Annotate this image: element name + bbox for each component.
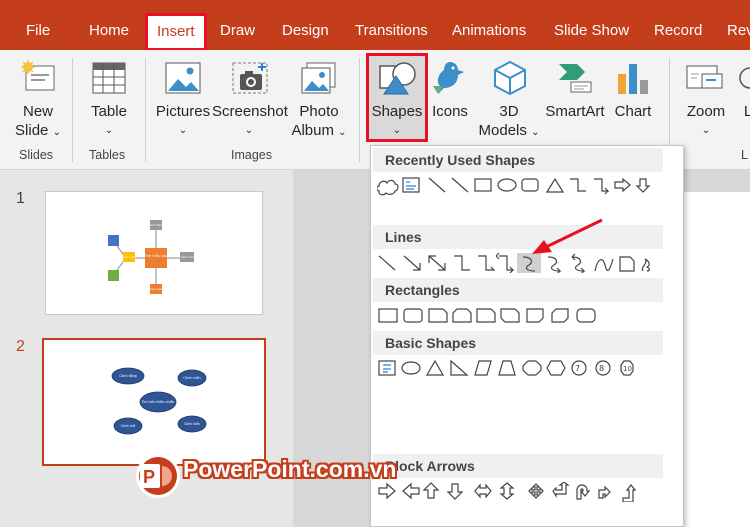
- watermark: P PowerPoint.com.vn: [130, 452, 430, 502]
- node-label: Cảnh trời: [121, 424, 136, 428]
- svg-text:P: P: [143, 467, 155, 487]
- tab-insert-label: Insert: [157, 23, 195, 40]
- chevron-down-icon: ⌄: [531, 127, 540, 138]
- section-basic-shapes: Basic Shapes: [373, 331, 663, 355]
- group-slides-label: Slides: [19, 148, 54, 162]
- shapes-button[interactable]: Shapes ⌄: [369, 56, 425, 142]
- zoom-label: Zoom: [686, 103, 726, 120]
- node-label: Cảnh nhỏ: [122, 255, 136, 259]
- slide-number: 1: [16, 190, 25, 207]
- icons-label: Icons: [432, 103, 468, 120]
- tab-insert[interactable]: Insert: [145, 13, 207, 51]
- divider: [72, 58, 73, 162]
- chart-label: Chart: [614, 103, 652, 120]
- chart-icon: [618, 64, 648, 94]
- table-button[interactable]: Table ⌄: [84, 58, 134, 148]
- node-label: Tìm hiểu thiên nhiên: [141, 399, 175, 404]
- node-label: Cảnh sâu: [149, 287, 163, 291]
- photo-album-label-2: Album: [291, 122, 334, 139]
- zoom-icon: [686, 65, 723, 89]
- tab-review[interactable]: Rev: [727, 22, 750, 39]
- group-links-label: L: [741, 148, 748, 162]
- group-tables-label: Tables: [89, 148, 126, 162]
- chart-button[interactable]: Chart: [610, 58, 656, 148]
- chevron-down-icon: ⌄: [104, 125, 114, 136]
- photo-album-icon: [301, 62, 336, 94]
- screenshot-button[interactable]: Screenshot ⌄: [212, 58, 288, 148]
- shapes-icon: [379, 62, 416, 95]
- cloud-diagram: Cảnh động Cảnh miền Tìm hiểu thiên nhiên…: [111, 367, 207, 435]
- chevron-down-icon: ⌄: [392, 125, 402, 136]
- smartart-label: SmartArt: [545, 103, 605, 120]
- node-label: Tìm hiểu sâu: [144, 253, 168, 258]
- pictures-icon: [165, 62, 201, 94]
- pictures-label: Pictures: [155, 103, 211, 120]
- group-images-label: Images: [231, 148, 272, 162]
- watermark-text: PowerPoint.com.vn: [183, 456, 397, 482]
- lines-row[interactable]: [377, 253, 677, 273]
- powerpoint-logo-icon: P: [136, 454, 180, 498]
- svg-text:7: 7: [575, 364, 580, 373]
- node-label: Cảnh hiển: [184, 421, 200, 426]
- icons-button[interactable]: Icons: [428, 58, 472, 148]
- smartart-button[interactable]: SmartArt: [543, 58, 607, 148]
- chevron-down-icon: ⌄: [52, 127, 61, 138]
- rectangles-row[interactable]: [377, 306, 677, 326]
- svg-text:10: 10: [623, 365, 632, 373]
- new-slide-icon: [21, 60, 55, 91]
- tab-draw[interactable]: Draw: [220, 22, 255, 39]
- pictures-button[interactable]: Pictures ⌄: [155, 58, 211, 148]
- slide-number: 2: [16, 338, 25, 355]
- tab-record[interactable]: Record: [654, 22, 702, 39]
- cube-icon: [494, 60, 526, 96]
- section-lines: Lines: [373, 225, 663, 249]
- slide-thumbnail-1[interactable]: Tìm hiểu sâu Cảnh động Cảnh sâu Cảnh nhỏ…: [45, 191, 263, 315]
- tab-transitions[interactable]: Transitions: [355, 22, 428, 39]
- photo-album-button[interactable]: Photo Album ⌄: [288, 58, 350, 148]
- node-label: Cảnh miền: [183, 376, 200, 380]
- slide-thumbnail-2[interactable]: Cảnh động Cảnh miền Tìm hiểu thiên nhiên…: [42, 338, 266, 466]
- icons-icon: [433, 62, 464, 94]
- link-label: L: [743, 103, 750, 120]
- new-slide-label-1: New: [22, 103, 53, 120]
- table-icon: [92, 62, 126, 94]
- 3d-models-label-2: Models: [478, 122, 527, 139]
- slide-canvas[interactable]: [683, 192, 750, 527]
- zoom-button[interactable]: Zoom ⌄: [680, 58, 732, 148]
- divider: [145, 58, 146, 162]
- tab-animations[interactable]: Animations: [452, 22, 526, 39]
- link-button[interactable]: L: [738, 58, 750, 148]
- table-label: Table: [91, 103, 127, 120]
- section-rectangles: Rectangles: [373, 278, 663, 302]
- ribbon-tab-bar: File Home Draw Design Transitions Animat…: [0, 0, 750, 50]
- tab-file[interactable]: File: [26, 22, 50, 39]
- node-label: Cảnh động: [119, 374, 136, 378]
- new-slide-label-2: Slide: [15, 122, 49, 139]
- basic-shapes-grid[interactable]: 7 8 10 12 {}: [377, 359, 677, 379]
- 3d-models-label-1: 3D: [499, 103, 519, 120]
- chevron-down-icon: ⌄: [244, 125, 254, 136]
- chevron-down-icon: ⌄: [701, 125, 711, 136]
- svg-text:8: 8: [599, 364, 604, 373]
- chevron-down-icon: ⌄: [338, 127, 347, 138]
- screenshot-label: Screenshot: [212, 103, 288, 120]
- recent-shapes-row[interactable]: { }: [377, 176, 677, 196]
- section-recently-used: Recently Used Shapes: [373, 148, 663, 172]
- photo-album-label-1: Photo: [299, 103, 339, 120]
- screenshot-icon: [232, 62, 268, 94]
- new-slide-button[interactable]: New Slide ⌄: [12, 58, 64, 148]
- shapes-label: Shapes: [371, 103, 423, 120]
- divider: [359, 58, 360, 162]
- link-icon: [739, 67, 750, 89]
- mindmap-diagram: Tìm hiểu sâu Cảnh động Cảnh sâu Cảnh nhỏ…: [108, 220, 194, 294]
- tab-slide-show[interactable]: Slide Show: [554, 22, 629, 39]
- tab-home[interactable]: Home: [89, 22, 129, 39]
- tab-design[interactable]: Design: [282, 22, 329, 39]
- 3d-models-button[interactable]: 3D Models ⌄: [474, 58, 544, 148]
- smartart-icon: [559, 64, 592, 93]
- node-label: Cảnh động: [148, 223, 164, 227]
- pointer-arrow-annotation: [532, 218, 603, 254]
- chevron-down-icon: ⌄: [178, 125, 188, 136]
- node-label: Cảnh lớn: [180, 255, 193, 259]
